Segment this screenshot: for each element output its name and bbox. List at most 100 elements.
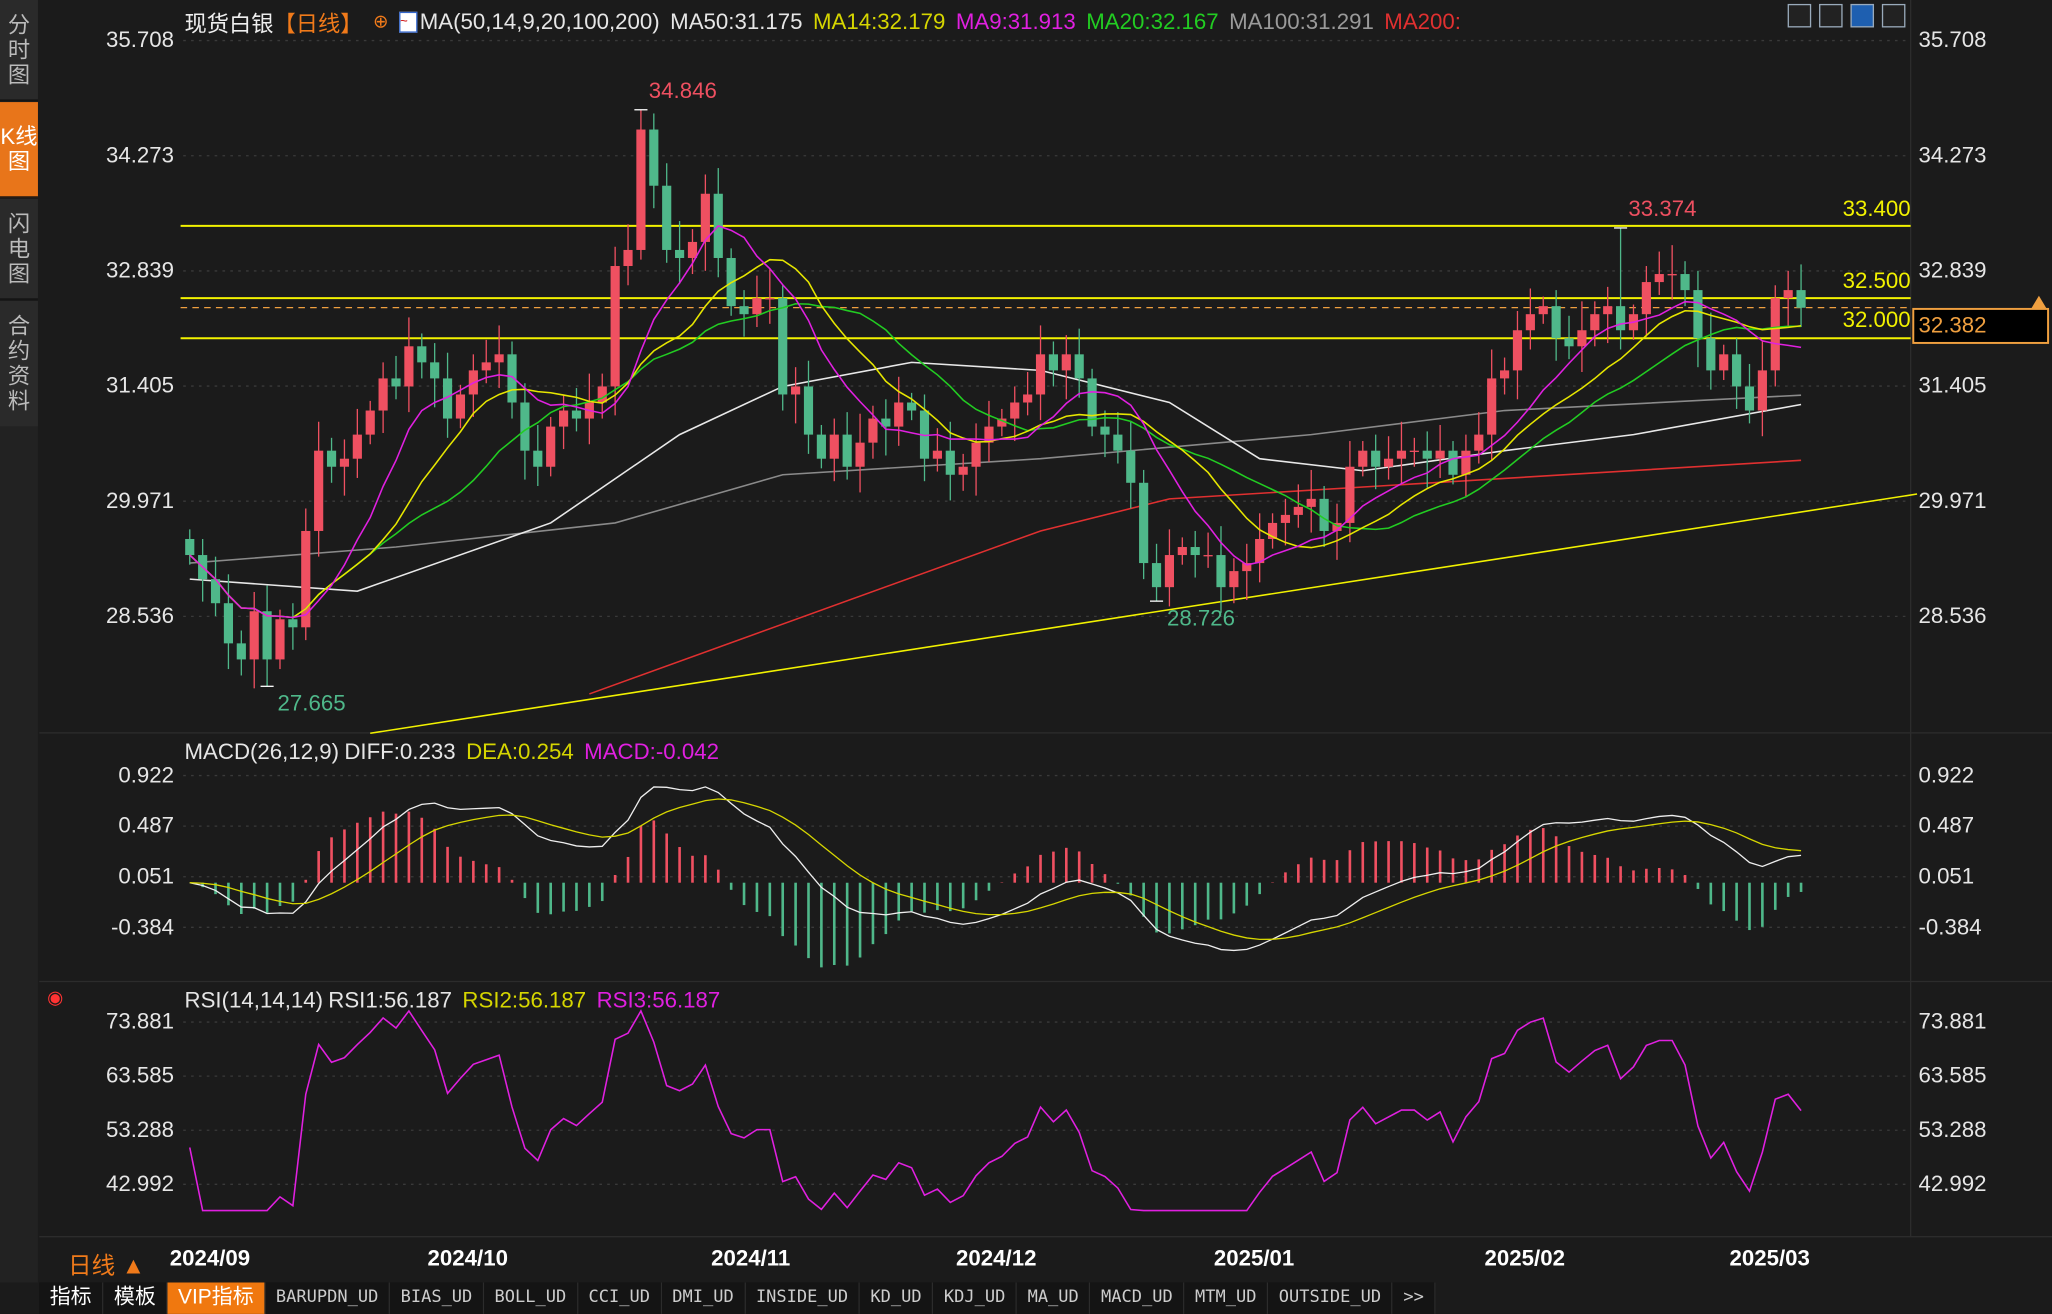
candle-body [495, 354, 504, 362]
layout-icon[interactable] [1819, 4, 1843, 28]
candle-body [1680, 274, 1689, 290]
price-tick-left: 34.273 [106, 143, 174, 169]
candle-body [185, 539, 194, 555]
macd-diff-line [190, 787, 1801, 951]
ma100-value: MA100:31.291 [1229, 9, 1374, 35]
macd-value: MACD:-0.042 [584, 739, 719, 765]
indicator-tab[interactable]: MACD_UD [1091, 1282, 1185, 1313]
candle-body [791, 386, 800, 394]
x-axis-date-label: 2025/02 [1485, 1246, 1565, 1272]
candle-body [250, 611, 259, 659]
candle-body [1539, 306, 1548, 314]
horizontal-line-label: 33.400 [1843, 196, 1911, 222]
ma100-line [190, 395, 1801, 563]
price-tick-right: 31.405 [1919, 373, 1987, 399]
indicator-tab[interactable]: MA_UD [1017, 1282, 1090, 1313]
indicator-tab[interactable]: BOLL_UD [484, 1282, 578, 1313]
candle-body [1461, 451, 1470, 475]
indicator-tab[interactable]: DMI_UD [662, 1282, 746, 1313]
indicator-tab[interactable]: INSIDE_UD [745, 1282, 859, 1313]
candle-body [1719, 354, 1728, 370]
indicator-tab[interactable]: KD_UD [860, 1282, 933, 1313]
indicator-tab[interactable]: 指标 [39, 1282, 103, 1313]
candle-body [1552, 306, 1561, 338]
horizontal-line-label: 32.500 [1843, 268, 1911, 294]
candle-body [1204, 555, 1213, 556]
indicator-tab[interactable]: MTM_UD [1185, 1282, 1269, 1313]
candle-body [1796, 290, 1805, 308]
export-icon[interactable] [1882, 4, 1906, 28]
price-tick-right: 28.536 [1919, 603, 1987, 629]
indicator-tab[interactable]: >> [1393, 1282, 1436, 1313]
indicator-tab[interactable]: OUTSIDE_UD [1268, 1282, 1393, 1313]
rsi-tick-right: 73.881 [1919, 1009, 1987, 1035]
period-selector-label: 日线 [68, 1252, 115, 1278]
macd-tick-left: 0.922 [118, 762, 174, 788]
candle-body [830, 435, 839, 459]
candle-body [778, 298, 787, 394]
kline-mode-icon[interactable] [1850, 4, 1874, 28]
candle-body [1616, 306, 1625, 330]
candle-body [353, 435, 362, 459]
horizontal-line-label: 32.000 [1843, 308, 1911, 334]
candle-body [1693, 290, 1702, 338]
ma20-line [190, 304, 1801, 618]
ma-chart-icon[interactable]: ~ [399, 11, 417, 32]
indicator-tab[interactable]: CCI_UD [578, 1282, 662, 1313]
candle-body [946, 451, 955, 475]
candle-body [1023, 394, 1032, 402]
indicator-tab[interactable]: BIAS_UD [390, 1282, 484, 1313]
candle-body [1191, 547, 1200, 555]
candle-body [1590, 314, 1599, 330]
macd-tick-right: 0.922 [1919, 762, 1975, 788]
candle-body [1075, 354, 1084, 378]
candle-body [314, 451, 323, 531]
ma200-value: MA200: [1384, 9, 1461, 35]
candle-body [572, 411, 581, 419]
settings-circle-icon[interactable]: ⊕ [373, 10, 388, 32]
candle-body [1229, 571, 1238, 587]
crosshair-icon[interactable] [1788, 4, 1812, 28]
candle-body [1139, 483, 1148, 563]
candle-body [1745, 386, 1754, 410]
indicator-tab[interactable]: 模板 [103, 1282, 167, 1313]
indicator-tab-bar: 指标模板VIP指标BARUPDN_UDBIAS_UDBOLL_UDCCI_UDD… [39, 1282, 1435, 1313]
price-tick-left: 29.971 [106, 488, 174, 514]
candle-body [1784, 290, 1793, 298]
candle-body [1216, 555, 1225, 587]
rsi-tick-right: 53.288 [1919, 1117, 1987, 1143]
candle-body [417, 346, 426, 362]
price-tick-right: 34.273 [1919, 143, 1987, 169]
candle-body [1771, 298, 1780, 370]
period-selector[interactable]: 日线 ▲ [68, 1247, 145, 1281]
candle-body [275, 619, 284, 659]
rsi-legend: RSI(14,14,14) RSI1:56.187 RSI2:56.187 RS… [185, 988, 721, 1014]
candle-body [804, 386, 813, 434]
extreme-price-label: 28.726 [1167, 606, 1235, 632]
candle-body [327, 451, 336, 467]
candle-body [959, 467, 968, 475]
candle-body [675, 250, 684, 258]
candle-body [430, 362, 439, 378]
indicator-tab[interactable]: BARUPDN_UD [265, 1282, 390, 1313]
candle-body [611, 266, 620, 386]
candle-body [482, 362, 491, 370]
indicator-tab[interactable]: KDJ_UD [933, 1282, 1017, 1313]
candle-body [1706, 338, 1715, 370]
indicator-target-icon[interactable]: ◉ [47, 987, 63, 1009]
candle-body [1152, 563, 1161, 587]
period-label[interactable]: 【日线】 [274, 5, 363, 38]
candle-body [623, 250, 632, 266]
x-axis-date-label: 2024/12 [956, 1246, 1036, 1272]
price-tick-left: 28.536 [106, 603, 174, 629]
current-price-label: 32.382 [1919, 313, 1987, 339]
macd-tick-left: -0.384 [111, 914, 174, 940]
chart-canvas[interactable] [0, 0, 2052, 1314]
candle-body [288, 619, 297, 627]
candle-body [1294, 507, 1303, 515]
ma9-line [190, 226, 1801, 618]
indicator-tab[interactable]: VIP指标 [168, 1282, 266, 1313]
candle-body [688, 242, 697, 258]
candle-body [533, 451, 542, 467]
scroll-up-icon[interactable] [2031, 296, 2047, 309]
